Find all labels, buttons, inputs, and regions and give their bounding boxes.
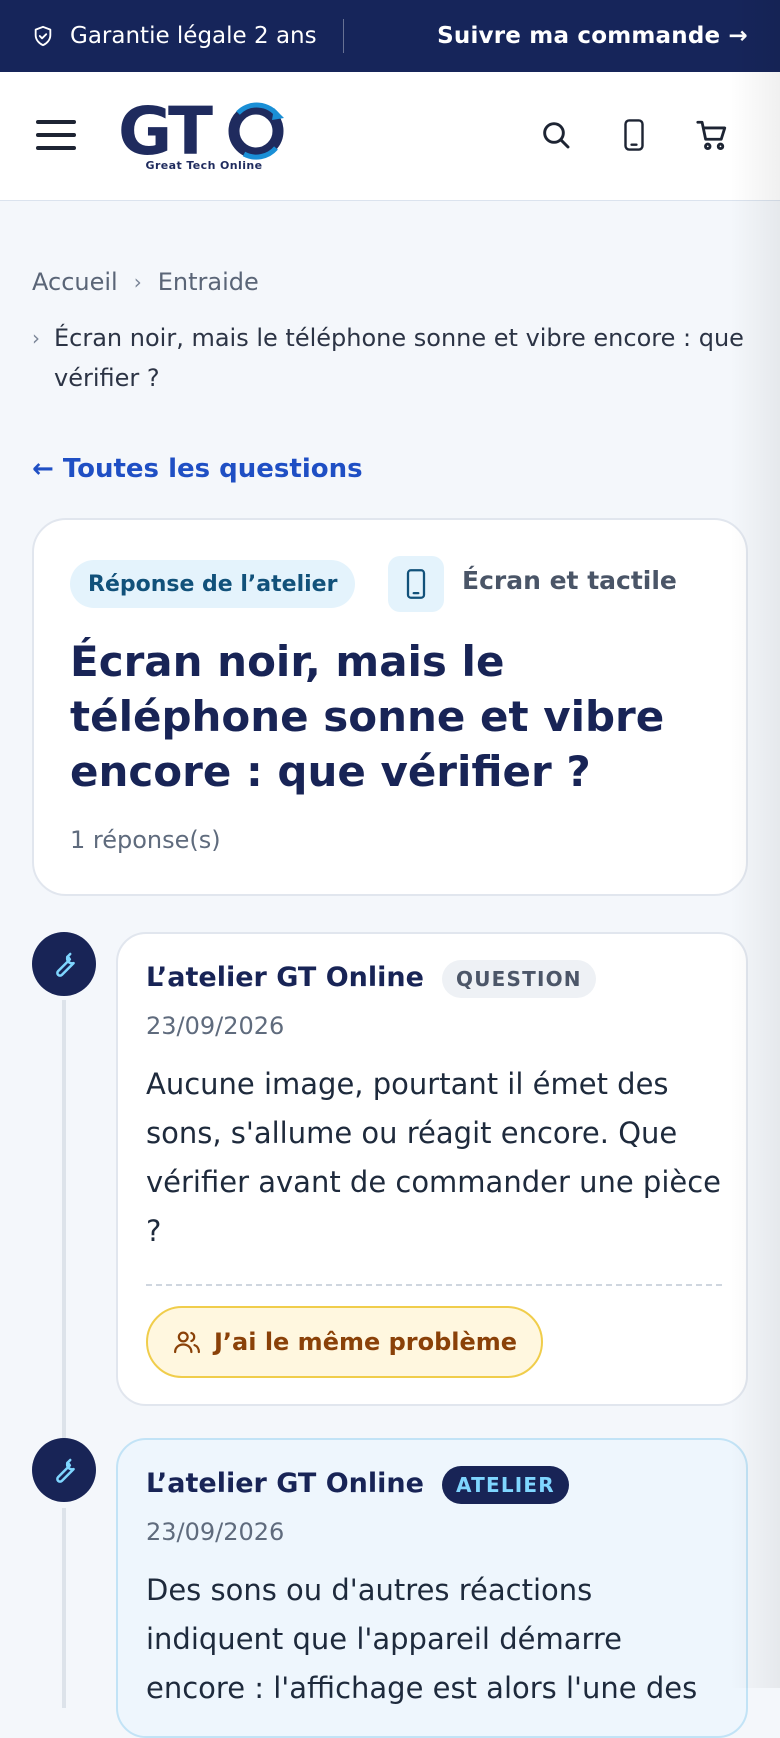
post-date: 23/09/2026 [146, 1012, 285, 1040]
workshop-reply-post: L’atelier GT Online ATELIER 23/09/2026 D… [116, 1438, 748, 1738]
question-tag: QUESTION [442, 960, 596, 998]
post-author: L’atelier GT Online [146, 1468, 424, 1499]
svg-text:GT: GT [118, 98, 213, 162]
cart-icon[interactable] [692, 115, 732, 155]
all-questions-link[interactable]: ← Toutes les questions [32, 454, 363, 484]
thread-connector [62, 1508, 66, 1708]
breadcrumb-home[interactable]: Accueil [32, 268, 118, 296]
question-title: Écran noir, mais le téléphone sonne et v… [70, 637, 665, 796]
breadcrumb-separator: › [32, 326, 40, 350]
shield-check-icon [32, 25, 54, 47]
post-divider [146, 1284, 722, 1286]
announcement-bar: Garantie légale 2 ans Suivre ma commande… [0, 0, 780, 72]
logo-tagline: Great Tech Online [145, 159, 263, 172]
track-order-link[interactable]: Suivre ma commande → [437, 23, 748, 49]
breadcrumb-current: Écran noir, mais le téléphone sonne et v… [54, 324, 744, 392]
same-problem-label: J’ai le même problème [214, 1328, 518, 1356]
search-icon[interactable] [536, 115, 576, 155]
question-card: Réponse de l’atelier Écran et tactile Éc… [32, 518, 748, 896]
breadcrumb-separator: › [133, 270, 142, 294]
same-problem-button[interactable]: J’ai le même problème [146, 1306, 544, 1378]
menu-icon[interactable] [36, 120, 76, 150]
phone-icon[interactable] [614, 115, 654, 155]
atelier-tag: ATELIER [442, 1466, 569, 1504]
wrench-avatar-icon [32, 1438, 96, 1502]
site-header: GT Great Tech Online [0, 72, 780, 201]
post-body: Des sons ou d'autres réactions indiquent… [146, 1573, 698, 1705]
thread-connector [62, 1000, 66, 1440]
reply-count: 1 réponse(s) [70, 826, 221, 854]
breadcrumb-section[interactable]: Entraide [158, 268, 259, 296]
breadcrumb: Accueil › Entraide › Écran noir, mais le… [32, 268, 752, 398]
wrench-avatar-icon [32, 932, 96, 996]
post-date: 23/09/2026 [146, 1518, 285, 1546]
workshop-answer-badge: Réponse de l’atelier [70, 560, 356, 608]
post-author: L’atelier GT Online [146, 962, 424, 993]
smartphone-icon [388, 556, 444, 612]
guarantee-text: Garantie légale 2 ans [70, 23, 317, 49]
question-post: L’atelier GT Online QUESTION 23/09/2026 … [116, 932, 748, 1406]
post-body: Aucune image, pourtant il émet des sons,… [146, 1067, 722, 1248]
topbar-divider [342, 19, 344, 53]
users-icon [172, 1327, 202, 1357]
category-label[interactable]: Écran et tactile [462, 566, 677, 595]
